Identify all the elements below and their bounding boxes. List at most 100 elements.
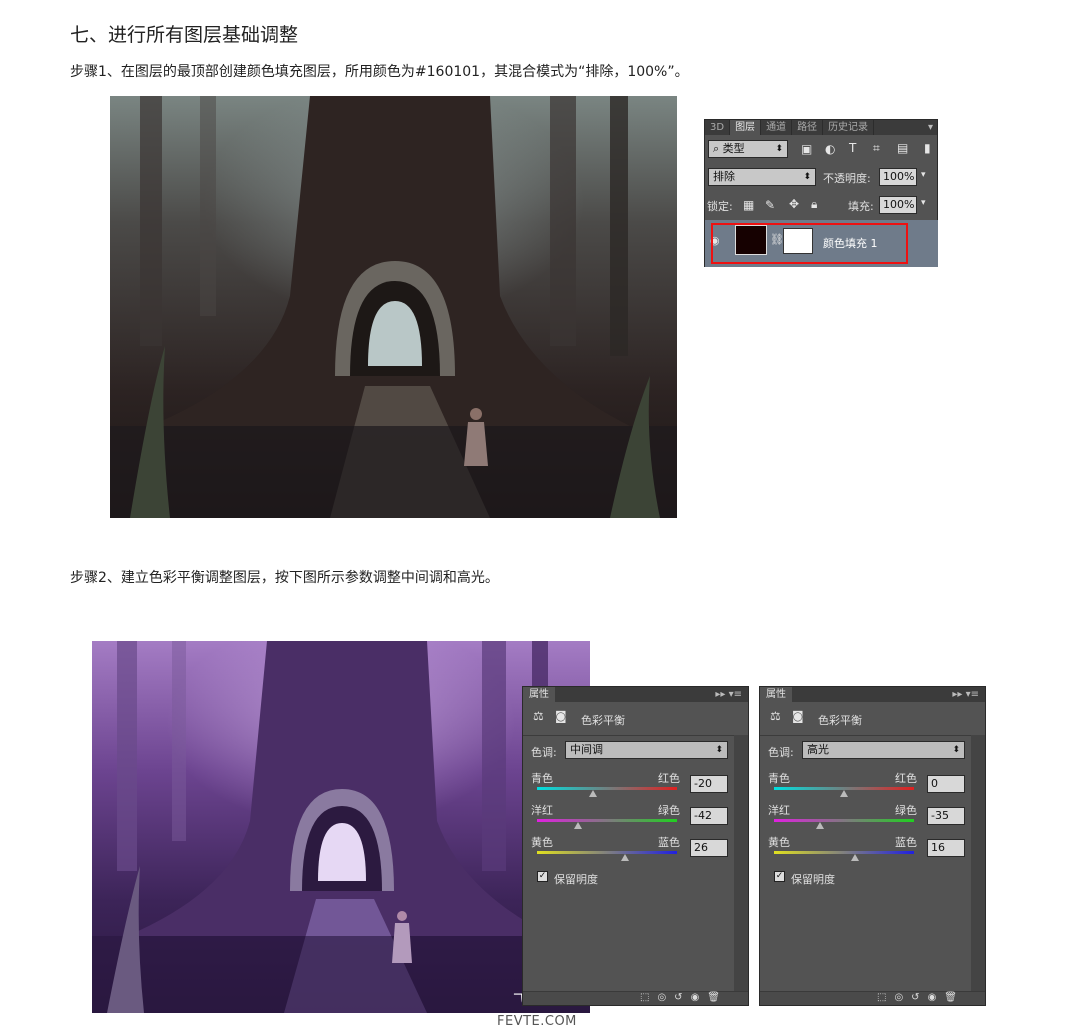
magenta-green-input[interactable]: -42	[690, 807, 728, 825]
slider-right-label: 绿色	[658, 804, 680, 817]
slider-knob[interactable]	[851, 854, 860, 861]
properties-panel-midtones: 属性 ▸▸ ▾≡ ⚖ ◙ 色彩平衡 色调: 中间调 ⬍ 青色 红色 -20 洋红…	[522, 686, 749, 1006]
divider	[760, 735, 971, 736]
step1-text: 步骤1、在图层的最顶部创建颜色填充图层，所用颜色为#160101，其混合模式为“…	[70, 64, 689, 80]
slider-right-label: 红色	[895, 772, 917, 785]
reset-icon[interactable]: ↺	[911, 992, 927, 1003]
slider-left-label: 黄色	[531, 836, 553, 849]
watermark-site: FEVTE.COM	[497, 1014, 577, 1029]
scrollbar[interactable]	[734, 735, 748, 991]
layers-panel: 3D 图层 通道 路径 历史记录 ▾ ⌕ 类型 ⬍ ▣ ◐ T ⌗ ▤ ▮ 排除…	[704, 119, 938, 267]
view-previous-icon[interactable]: ◎	[894, 992, 911, 1003]
tone-value: 高光	[807, 743, 829, 756]
fill-dropdown-icon[interactable]: ▾	[921, 198, 926, 208]
panel-footer: ⬚◎↺◉🗑︎	[760, 991, 985, 1005]
panel-menu-icon[interactable]: ▾	[928, 122, 937, 133]
tab-layers[interactable]: 图层	[730, 120, 762, 135]
mask-icon[interactable]: ◙	[792, 709, 804, 723]
slider-knob[interactable]	[573, 822, 582, 829]
search-icon: ⌕	[713, 142, 720, 155]
smart-object-filter-icon[interactable]: ▤	[897, 141, 908, 155]
preserve-luminosity-label: 保留明度	[791, 873, 835, 886]
lock-pixels-brush-icon[interactable]: ✎	[765, 198, 775, 212]
panel-menu-icon[interactable]: ▸▸ ▾≡	[715, 687, 742, 702]
slider-knob[interactable]	[621, 854, 630, 861]
adjustment-filter-icon[interactable]: ◐	[825, 142, 835, 156]
tone-select[interactable]: 高光 ⬍	[802, 741, 965, 759]
preserve-luminosity-label: 保留明度	[554, 873, 598, 886]
opacity-input[interactable]: 100%	[879, 168, 917, 186]
tone-label: 色调:	[531, 746, 557, 759]
clip-to-layer-icon[interactable]: ⬚	[640, 992, 657, 1003]
slider-left-label: 洋红	[768, 804, 790, 817]
slider-left-label: 黄色	[768, 836, 790, 849]
reset-icon[interactable]: ↺	[674, 992, 690, 1003]
shape-filter-icon[interactable]: ⌗	[873, 141, 880, 156]
trash-icon[interactable]: 🗑︎	[944, 992, 965, 1003]
preserve-luminosity-checkbox[interactable]: ✓	[537, 871, 548, 882]
magenta-green-slider[interactable]	[774, 819, 914, 829]
slider-knob[interactable]	[815, 822, 824, 829]
forest-tree-photo-purple	[92, 641, 590, 1013]
lock-label: 锁定:	[707, 200, 733, 213]
tab-paths[interactable]: 路径	[792, 120, 824, 135]
mask-icon[interactable]: ◙	[555, 709, 567, 723]
step2-text: 步骤2、建立色彩平衡调整图层，按下图所示参数调整中间调和高光。	[70, 570, 499, 586]
cyan-red-input[interactable]: -20	[690, 775, 728, 793]
cyan-red-input[interactable]: 0	[927, 775, 965, 793]
image-filter-icon[interactable]: ▣	[801, 142, 812, 156]
slider-left-label: 青色	[768, 772, 790, 785]
panel-menu-icon[interactable]: ▸▸ ▾≡	[952, 687, 979, 702]
yellow-blue-slider[interactable]	[774, 851, 914, 861]
tab-properties[interactable]: 属性	[760, 687, 792, 702]
clip-to-layer-icon[interactable]: ⬚	[877, 992, 894, 1003]
cyan-red-slider[interactable]	[537, 787, 677, 797]
scrollbar[interactable]	[971, 735, 985, 991]
select-arrows-icon: ⬍	[775, 144, 783, 154]
tone-select[interactable]: 中间调 ⬍	[565, 741, 728, 759]
color-balance-scale-icon: ⚖	[770, 709, 781, 723]
blend-mode-value: 排除	[713, 170, 735, 183]
slider-knob[interactable]	[840, 790, 848, 797]
magenta-green-slider[interactable]	[537, 819, 677, 829]
type-filter-icon[interactable]: T	[849, 141, 856, 155]
yellow-blue-input[interactable]: 16	[927, 839, 965, 857]
opacity-label: 不透明度:	[823, 172, 871, 185]
filter-select[interactable]: ⌕ 类型 ⬍	[708, 140, 788, 158]
cyan-red-slider[interactable]	[774, 787, 914, 797]
slider-knob[interactable]	[589, 790, 597, 797]
tab-3d[interactable]: 3D	[705, 120, 731, 135]
yellow-blue-input[interactable]: 26	[690, 839, 728, 857]
blend-mode-select[interactable]: 排除 ⬍	[708, 168, 816, 186]
slider-right-label: 红色	[658, 772, 680, 785]
fill-input[interactable]: 100%	[879, 196, 917, 214]
properties-panel-highlights: 属性 ▸▸ ▾≡ ⚖ ◙ 色彩平衡 色调: 高光 ⬍ 青色 红色 0 洋红 绿色…	[759, 686, 986, 1006]
highlight-box	[711, 223, 908, 264]
filter-toggle-icon[interactable]: ▮	[924, 141, 931, 155]
select-arrows-icon: ⬍	[803, 172, 811, 182]
tab-properties[interactable]: 属性	[523, 687, 555, 702]
panel-title: 色彩平衡	[581, 714, 625, 727]
layers-panel-tabs: 3D 图层 通道 路径 历史记录 ▾	[705, 120, 937, 135]
trash-icon[interactable]: 🗑︎	[707, 992, 728, 1003]
forest-tree-photo-dark	[110, 96, 677, 518]
yellow-blue-slider[interactable]	[537, 851, 677, 861]
preserve-luminosity-checkbox[interactable]: ✓	[774, 871, 785, 882]
lock-transparent-icon[interactable]: ▦	[743, 198, 754, 212]
slider-right-label: 绿色	[895, 804, 917, 817]
slider-left-label: 青色	[531, 772, 553, 785]
tone-label: 色调:	[768, 746, 794, 759]
visibility-eye-icon[interactable]: ◉	[691, 992, 708, 1003]
select-arrows-icon: ⬍	[715, 745, 723, 755]
magenta-green-input[interactable]: -35	[927, 807, 965, 825]
view-previous-icon[interactable]: ◎	[657, 992, 674, 1003]
opacity-dropdown-icon[interactable]: ▾	[921, 170, 926, 180]
tab-history[interactable]: 历史记录	[823, 120, 875, 135]
lock-all-icon[interactable]: 🔒︎	[811, 197, 817, 212]
visibility-eye-icon[interactable]: ◉	[928, 992, 945, 1003]
lock-position-move-icon[interactable]: ✥	[789, 197, 799, 211]
tab-channels[interactable]: 通道	[761, 120, 793, 135]
panel-footer: ⬚◎↺◉🗑︎	[523, 991, 748, 1005]
slider-right-label: 蓝色	[895, 836, 917, 849]
properties-tab-bar: 属性 ▸▸ ▾≡	[523, 687, 748, 702]
